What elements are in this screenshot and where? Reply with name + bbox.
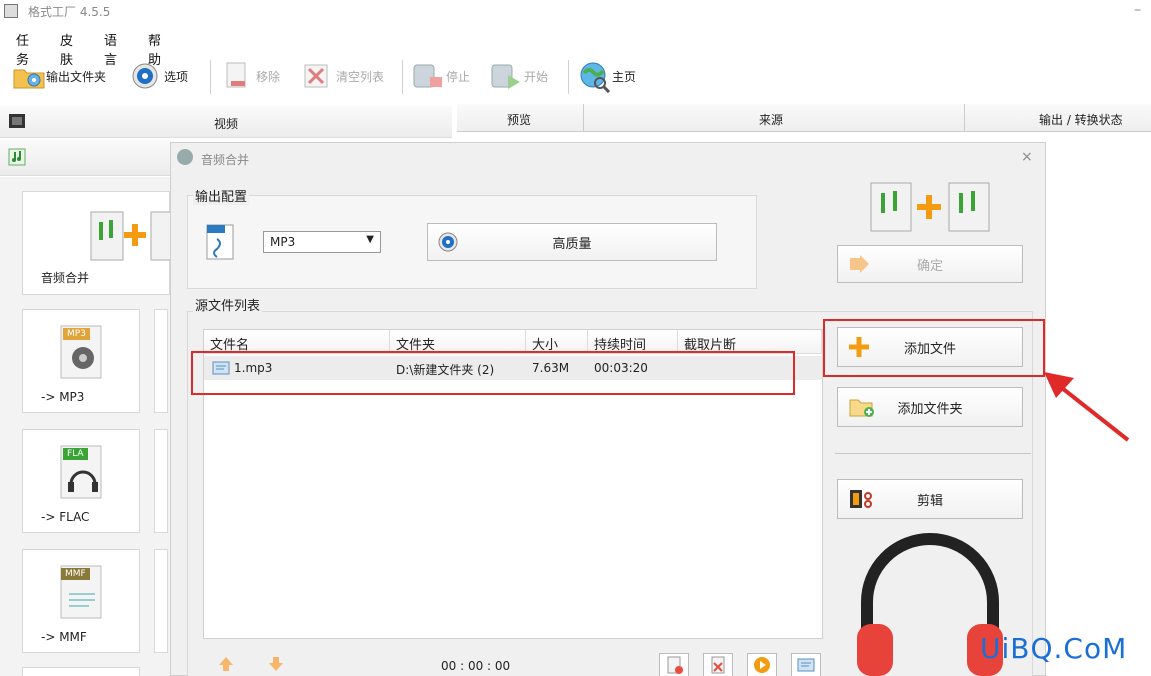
app-icon: [4, 4, 18, 18]
remove-button[interactable]: 移除: [222, 58, 280, 94]
quality-button[interactable]: 高质量: [427, 223, 717, 261]
move-up-icon[interactable]: [217, 655, 235, 673]
clear-list-label: 清空列表: [336, 69, 385, 84]
source-list-title: 源文件列表: [193, 295, 263, 314]
stop-icon: [412, 61, 442, 91]
gear-icon: [438, 232, 458, 252]
to-flac-tile[interactable]: FLA -> FLAC: [22, 429, 140, 533]
toolbar: 输出文件夹 选项 移除 清空列表 停止 开始 主页: [0, 52, 1151, 102]
minimize-button[interactable]: –: [1134, 2, 1141, 18]
remove-file-icon: [667, 656, 683, 674]
remove-label: 移除: [256, 69, 281, 84]
home-label: 主页: [612, 69, 637, 84]
arrow-right-icon: [850, 255, 869, 273]
add-folder-button[interactable]: 添加文件夹: [837, 387, 1023, 427]
status-column-header[interactable]: 输出 / 转换状态: [1039, 111, 1123, 128]
preview-column-header[interactable]: 预览: [507, 111, 531, 128]
toolbar-separator: [568, 60, 569, 94]
clear-icon: [711, 656, 725, 674]
play-button[interactable]: [747, 653, 777, 676]
quality-button-label: 高质量: [552, 236, 592, 252]
gear-icon: [130, 61, 160, 91]
play-icon: [754, 657, 770, 673]
highlight-annotation-button: [823, 319, 1045, 377]
clear-icon: [302, 61, 332, 91]
window-title: 格式工厂 4.5.5: [28, 5, 111, 19]
tile-label: 音频合并: [41, 271, 90, 285]
format-select-value: MP3: [270, 235, 296, 249]
to-mmf-tile[interactable]: MMF -> MMF: [22, 549, 140, 653]
start-icon: [490, 61, 520, 91]
flac-badge: FLA: [63, 448, 88, 460]
video-category-row[interactable]: 视频: [0, 106, 452, 138]
tile-partial: [154, 429, 168, 533]
watermark: UiBQ.CoM: [980, 632, 1128, 665]
output-folder-button[interactable]: 输出文件夹: [12, 58, 106, 94]
confirm-button-label: 确定: [916, 258, 943, 274]
file-info-icon: [797, 658, 815, 672]
confirm-button[interactable]: 确定: [837, 245, 1023, 283]
dialog-icon: [177, 149, 193, 165]
dropdown-arrow-icon: ▼: [366, 234, 374, 245]
add-folder-label: 添加文件夹: [897, 401, 963, 417]
music-note-icon: [8, 148, 26, 166]
audio-merge-icon: [90, 211, 179, 261]
options-button[interactable]: 选项: [130, 58, 188, 94]
column-separator: [964, 104, 965, 132]
title-bar: 格式工厂 4.5.5 –: [0, 0, 1151, 24]
tile-partial: [154, 549, 168, 653]
move-down-icon[interactable]: [267, 655, 285, 673]
audio-function-list: 音频合并 MP3 -> MP3 FLA -> FLAC MMF -> MMF: [0, 177, 179, 676]
toolbar-separator: [210, 60, 211, 94]
task-list-header: 预览 来源 输出 / 转换状态: [457, 104, 1151, 132]
time-display: 00 : 00 : 00: [441, 659, 511, 673]
start-button[interactable]: 开始: [490, 58, 548, 94]
audio-merge-icon: [870, 182, 990, 232]
dialog-title: 音频合并: [201, 153, 250, 167]
edit-button[interactable]: 剪辑: [837, 479, 1023, 519]
toolbar-separator: [402, 60, 403, 94]
format-select[interactable]: MP3 ▼: [263, 231, 381, 253]
clear-list-button[interactable]: 清空列表: [302, 58, 384, 94]
tile-label: -> MMF: [41, 630, 87, 644]
clear-items-button[interactable]: [703, 653, 733, 676]
info-button[interactable]: [791, 653, 821, 676]
mp3-format-icon: [206, 224, 234, 260]
mp3-badge: MP3: [63, 328, 90, 340]
audio-category-row[interactable]: [0, 140, 170, 176]
to-mp3-tile[interactable]: MP3 -> MP3: [22, 309, 140, 413]
film-scissors-icon: [850, 490, 872, 508]
divider: [835, 453, 1031, 454]
tile-label: -> FLAC: [41, 510, 90, 524]
folder-icon: [12, 61, 45, 91]
edit-label: 剪辑: [916, 493, 943, 509]
add-folder-icon: [849, 399, 874, 417]
tile-partial: [154, 309, 168, 413]
output-config-title: 输出配置: [193, 186, 250, 205]
remove-item-button[interactable]: [659, 653, 689, 676]
globe-icon: [578, 61, 611, 94]
mmf-badge: MMF: [61, 568, 90, 580]
video-category-label: 视频: [213, 117, 238, 131]
column-separator: [583, 104, 584, 132]
stop-label: 停止: [446, 69, 471, 84]
close-icon[interactable]: ×: [1021, 149, 1033, 165]
audio-merge-tile[interactable]: 音频合并: [22, 191, 179, 295]
home-button[interactable]: 主页: [578, 58, 636, 94]
tile-partial: [22, 667, 140, 676]
start-label: 开始: [524, 69, 549, 84]
source-column-header[interactable]: 来源: [759, 111, 783, 128]
tile-label: -> MP3: [41, 390, 85, 404]
remove-file-icon: [222, 61, 252, 91]
options-label: 选项: [164, 69, 189, 84]
output-folder-label: 输出文件夹: [46, 69, 107, 84]
arrow-annotation-icon: [1044, 372, 1130, 442]
stop-button[interactable]: 停止: [412, 58, 470, 94]
highlight-annotation-row: [191, 351, 795, 395]
